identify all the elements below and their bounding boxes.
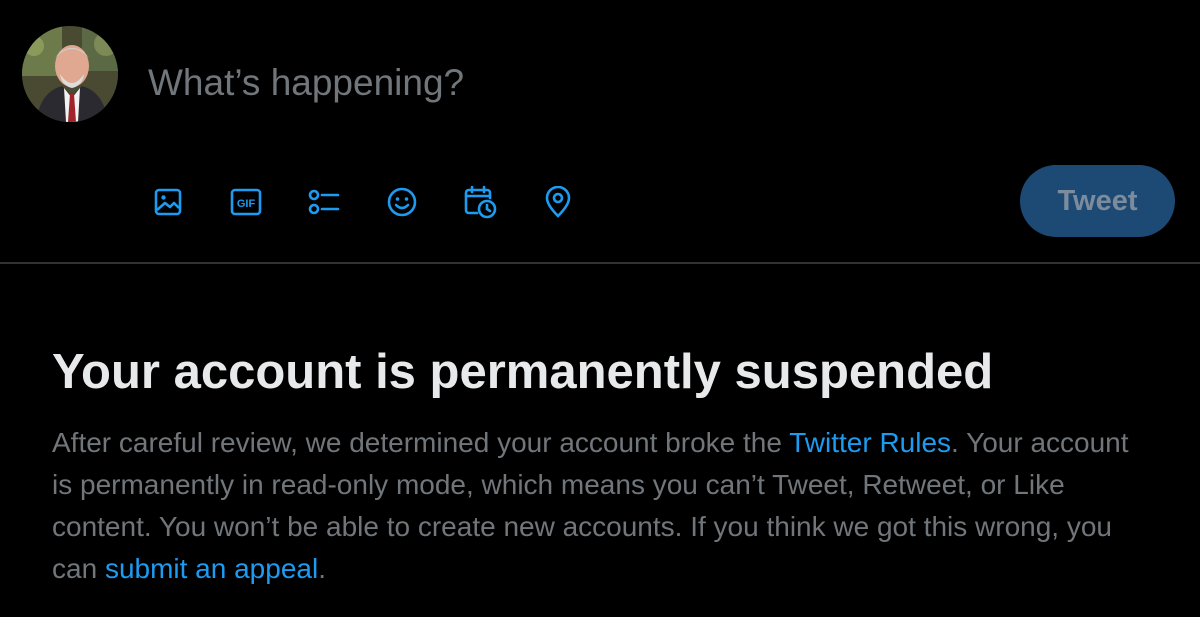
tweet-composer: GIF [0,0,1200,262]
poll-icon[interactable] [302,180,346,224]
notice-text-1: After careful review, we determined your… [52,427,790,458]
gif-icon[interactable]: GIF [224,180,268,224]
notice-text-3: . [318,553,326,584]
tweet-text-input[interactable] [148,58,1048,108]
twitter-rules-link[interactable]: Twitter Rules [789,427,951,458]
composer-toolbar: GIF [146,178,614,226]
schedule-icon[interactable] [458,180,502,224]
notice-body: After careful review, we determined your… [52,422,1152,590]
location-icon[interactable] [536,180,580,224]
submit-appeal-link[interactable]: submit an appeal [105,553,318,584]
gif-icon-label: GIF [237,198,256,210]
notice-title: Your account is permanently suspended [52,345,994,399]
suspension-notice: Your account is permanently suspended Af… [52,340,1162,590]
media-icon[interactable] [146,180,190,224]
tweet-button[interactable]: Tweet [1020,165,1175,237]
avatar[interactable] [22,26,118,122]
divider [0,262,1200,264]
emoji-icon[interactable] [380,180,424,224]
